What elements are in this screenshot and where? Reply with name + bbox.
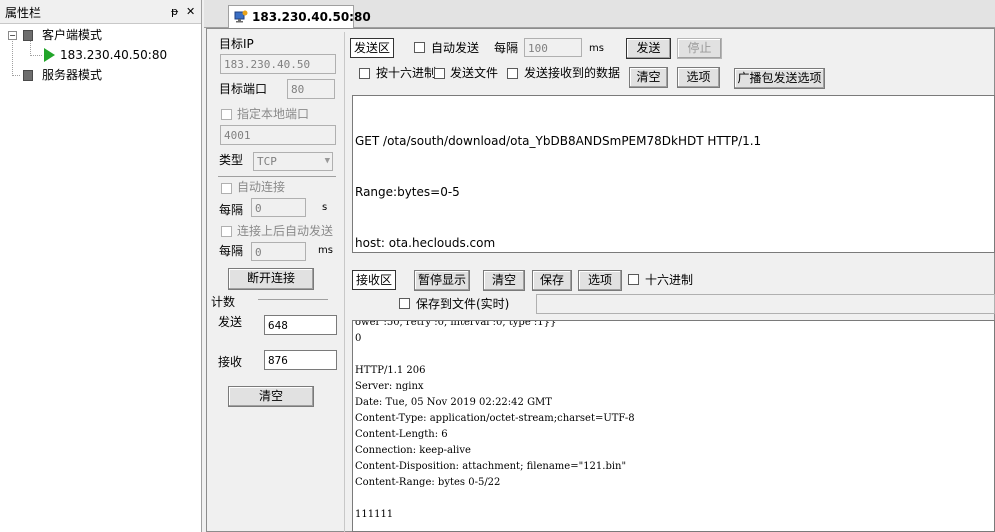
- target-ip-label: 目标IP: [219, 37, 254, 51]
- pin-icon[interactable]: ᵽ: [171, 5, 178, 19]
- send-hex-checkbox[interactable]: [359, 68, 370, 79]
- sent-count-field: 648: [264, 315, 337, 335]
- tree-item-connection[interactable]: 183.230.40.50:80: [60, 47, 167, 63]
- recv-hex-label: 十六进制: [645, 273, 694, 287]
- recv-options-button[interactable]: 选项: [578, 270, 622, 291]
- recv-clear-button[interactable]: 清空: [483, 270, 525, 291]
- recv-line: 0: [355, 333, 362, 344]
- send-clear-button[interactable]: 清空: [629, 67, 668, 88]
- tab-title[interactable]: 183.230.40.50:80: [252, 9, 371, 25]
- divider: [218, 176, 336, 177]
- recv-line: Content-Range: bytes 0-5/22: [355, 477, 501, 488]
- recv-line: [355, 347, 992, 363]
- send-file-label: 发送文件: [450, 66, 499, 80]
- auto-send-label: 自动发送: [431, 41, 480, 55]
- recv-line: Content-Length: 6: [355, 429, 448, 440]
- chevron-down-icon: ▼: [324, 156, 330, 166]
- auto-send-on-connect-label: 连接上后自动发送: [237, 224, 334, 238]
- target-port-field[interactable]: 80: [287, 79, 335, 99]
- send-textarea[interactable]: GET /ota/south/download/ota_YbDB8ANDSmPE…: [352, 95, 995, 253]
- save-to-file-checkbox[interactable]: [399, 298, 410, 309]
- auto-send-checkbox[interactable]: [414, 42, 425, 53]
- send-interval-unit: ms: [589, 43, 604, 54]
- stop-button[interactable]: 停止: [677, 38, 722, 59]
- send-received-label: 发送接收到的数据: [524, 66, 621, 80]
- recv-line: Server: nginx: [355, 381, 424, 392]
- recv-area-label: 接收区: [352, 270, 397, 290]
- recv-line: 111111: [355, 509, 394, 520]
- type-select[interactable]: TCP ▼: [253, 152, 333, 171]
- close-icon[interactable]: ✕: [186, 5, 195, 19]
- auto-connect-checkbox[interactable]: [221, 183, 232, 194]
- collapse-icon[interactable]: −: [8, 31, 17, 40]
- disconnect-button[interactable]: 断开连接: [228, 268, 314, 290]
- recv-save-button[interactable]: 保存: [532, 270, 572, 291]
- send-button[interactable]: 发送: [626, 38, 671, 59]
- send-interval-label: 每隔: [494, 41, 519, 55]
- auto-connect-interval-field[interactable]: 0: [251, 198, 306, 217]
- recv-count-field: 876: [264, 350, 337, 370]
- auto-send-interval-field[interactable]: 0: [251, 242, 306, 261]
- type-label: 类型: [219, 153, 244, 167]
- network-icon: [234, 9, 248, 23]
- recv-line: [355, 491, 992, 507]
- recv-line: Content-Disposition: attachment; filenam…: [355, 461, 627, 472]
- auto-connect-label: 自动连接: [237, 180, 286, 194]
- interval-unit: s: [322, 202, 328, 213]
- recv-hex-checkbox[interactable]: [628, 274, 639, 285]
- play-icon: [44, 48, 55, 62]
- interval-label: 每隔: [219, 203, 244, 217]
- recv-line: Date: Tue, 05 Nov 2019 02:22:42 GMT: [355, 397, 552, 408]
- interval2-unit: ms: [318, 245, 333, 256]
- local-port-field[interactable]: 4001: [220, 125, 336, 145]
- tree-connector: [12, 41, 13, 76]
- send-received-checkbox[interactable]: [507, 68, 518, 79]
- send-line: host: ota.heclouds.com: [355, 236, 496, 250]
- send-file-checkbox[interactable]: [434, 68, 445, 79]
- clear-count-button[interactable]: 清空: [228, 386, 314, 407]
- server-mode-icon: [23, 70, 33, 81]
- tree-connector: [30, 55, 42, 56]
- tree-item-client-mode[interactable]: 客户端模式: [42, 27, 102, 43]
- send-options-button[interactable]: 选项: [677, 67, 720, 88]
- recv-count-label: 接收: [218, 355, 243, 369]
- auto-send-on-connect-checkbox[interactable]: [221, 226, 232, 237]
- send-interval-field[interactable]: 100: [524, 38, 582, 57]
- count-label: 计数: [211, 295, 236, 309]
- target-port-label: 目标端口: [219, 82, 268, 96]
- send-hex-label: 按十六进制: [376, 66, 437, 80]
- recv-textarea[interactable]: ower :50, retry :0, interval :0, type :1…: [352, 320, 995, 532]
- save-to-file-label: 保存到文件(实时): [416, 297, 510, 311]
- panel-separator: [344, 32, 345, 532]
- send-line: Range:bytes=0-5: [355, 185, 460, 199]
- send-line: GET /ota/south/download/ota_YbDB8ANDSmPE…: [355, 134, 762, 148]
- save-file-path-field[interactable]: [536, 294, 995, 314]
- target-ip-field[interactable]: 183.230.40.50: [220, 54, 336, 74]
- sent-count-label: 发送: [218, 315, 243, 329]
- tree-connector: [12, 75, 20, 76]
- local-port-label: 指定本地端口: [237, 107, 310, 121]
- recv-line: Connection: keep-alive: [355, 445, 471, 456]
- tree-item-server-mode[interactable]: 服务器模式: [42, 67, 102, 83]
- recv-line: ower :50, retry :0, interval :0, type :1…: [355, 320, 557, 328]
- recv-line: Content-Type: application/octet-stream;c…: [355, 413, 635, 424]
- client-mode-icon: [23, 30, 33, 41]
- divider: [258, 299, 328, 300]
- pause-display-button[interactable]: 暂停显示: [414, 270, 470, 291]
- type-select-value: TCP: [257, 155, 277, 168]
- send-area-label: 发送区: [350, 38, 395, 58]
- properties-panel-title: 属性栏: [5, 6, 42, 20]
- recv-line: HTTP/1.1 206: [355, 365, 426, 376]
- broadcast-options-button[interactable]: 广播包发送选项: [734, 68, 825, 89]
- tree-connector: [30, 41, 31, 56]
- local-port-checkbox[interactable]: [221, 109, 232, 120]
- interval2-label: 每隔: [219, 244, 244, 258]
